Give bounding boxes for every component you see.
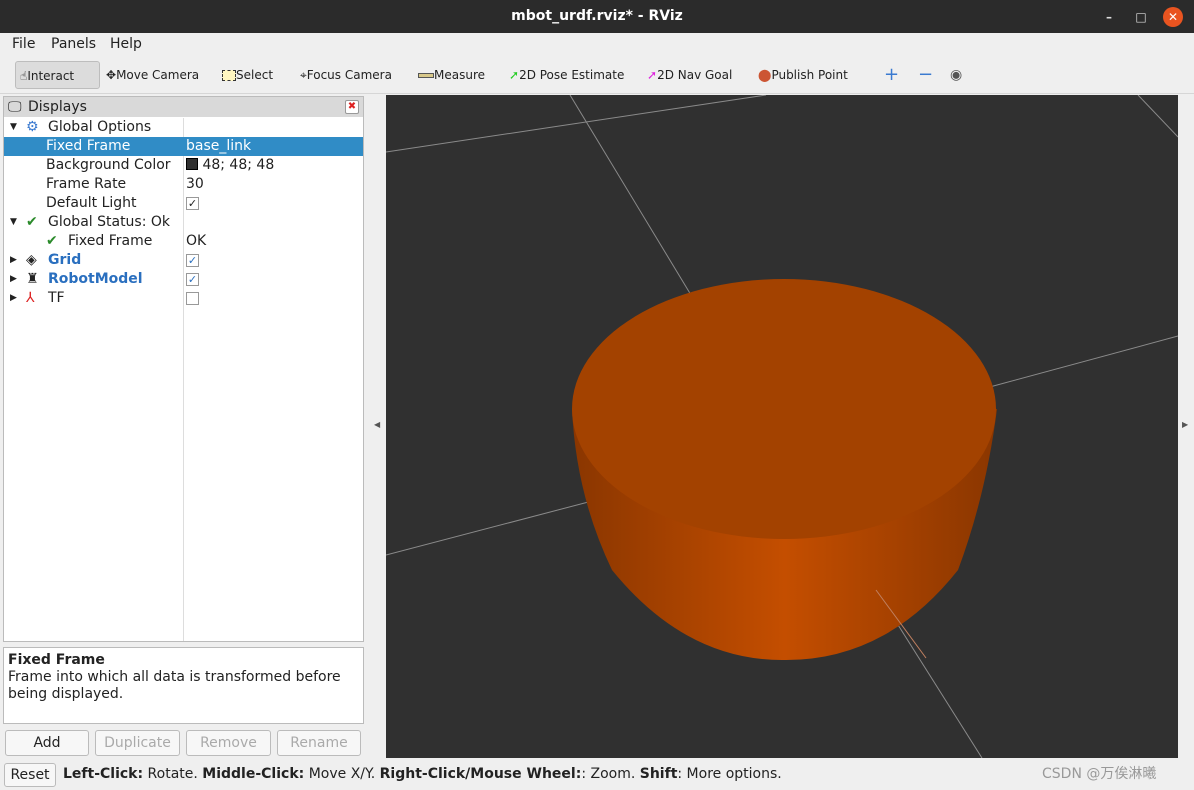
menu-panels[interactable]: Panels [51,36,96,52]
value[interactable]: base_link [186,137,251,156]
toolbar: ☝Interact ✥Move Camera Select ⌖Focus Cam… [0,56,1194,94]
grid-line [385,94,767,153]
cylinder-top [572,279,996,539]
label: Global Status: Ok [48,214,171,230]
magenta-arrow-icon: ➚ [647,68,658,82]
label: 2D Pose Estimate [519,68,625,82]
tree-row-grid[interactable]: ▶ ◈ Grid ✓ [4,251,363,270]
axes-icon: ⅄ [26,290,35,306]
label: Publish Point [771,68,848,82]
focus-icon: ⌖ [300,68,307,82]
3d-viewport[interactable] [385,94,1179,759]
label: TF [48,290,65,306]
menu-file[interactable]: File [12,36,35,52]
value[interactable]: 30 [186,175,204,194]
tree-row-background-color[interactable]: Background Color 48; 48; 48 [4,156,363,175]
remove-tool-icon[interactable]: − [914,61,933,89]
grid-line [985,335,1179,389]
label: Fixed Frame [46,138,131,154]
collapse-left-handle[interactable]: ◀ [374,420,380,429]
window-title: mbot_urdf.rviz* - RViz [511,8,683,24]
reset-button[interactable]: Reset [4,763,56,787]
displays-header: 🖵 Displays ✖ [4,97,363,117]
menu-help[interactable]: Help [110,36,142,52]
ruler-icon [418,73,434,78]
tree-row-tf[interactable]: ▶ ⅄ TF [4,289,363,308]
grid-line [385,499,597,556]
grid-line [1137,94,1179,138]
status-hint: Left-Click: Rotate. Middle-Click: Move X… [63,766,782,782]
checkbox[interactable]: ✓ [186,273,199,286]
tree-row-frame-rate[interactable]: Frame Rate 30 [4,175,363,194]
focus-camera-tool[interactable]: ⌖Focus Camera [296,61,392,89]
minimize-button[interactable]: – [1099,7,1119,27]
label: Focus Camera [306,68,392,82]
nav-goal-tool[interactable]: ➚2D Nav Goal [643,61,732,89]
label: Background Color [46,157,171,173]
value[interactable]: 48; 48; 48 [202,157,274,173]
tree-row-default-light[interactable]: Default Light ✓ [4,194,363,213]
grid-icon: ◈ [26,252,37,268]
maximize-button[interactable]: □ [1131,7,1151,27]
move-icon: ✥ [106,68,117,82]
tree-row-global-status[interactable]: ▼ ✔ Global Status: Ok [4,213,363,232]
remove-button[interactable]: Remove [186,730,271,756]
tree-row-fixed-frame[interactable]: Fixed Frame base_link [4,137,363,156]
publish-point-tool[interactable]: ⬤Publish Point [754,61,848,89]
status-bar: Reset Left-Click: Rotate. Middle-Click: … [0,762,1194,788]
label: Grid [48,252,82,268]
close-panel-icon[interactable]: ✖ [345,100,359,114]
description-text: Frame into which all data is transformed… [8,669,341,702]
eye-icon[interactable]: ◉ [946,61,962,89]
label: 2D Nav Goal [657,68,733,82]
tree-row-status-fixed-frame[interactable]: ✔ Fixed Frame OK [4,232,363,251]
map-pin-icon: ⬤ [758,68,772,82]
panel-title: Displays [28,99,87,115]
grid-line [569,94,692,296]
label: Select [236,68,274,82]
checkbox[interactable]: ✓ [186,197,199,210]
select-icon [222,70,236,81]
monitor-icon: 🖵 [8,99,22,115]
label: Global Options [48,119,152,135]
green-arrow-icon: ➚ [509,68,520,82]
label: Fixed Frame [68,233,153,249]
label: Interact [27,69,75,83]
value: OK [186,233,207,249]
checkbox[interactable] [186,292,199,305]
measure-tool[interactable]: Measure [414,61,485,89]
menu-bar: File Panels Help [0,33,1194,55]
color-swatch[interactable] [186,158,198,170]
checkbox[interactable]: ✓ [186,254,199,267]
select-tool[interactable]: Select [218,61,273,89]
scene[interactable] [385,94,1179,759]
rename-button[interactable]: Rename [277,730,361,756]
tree-row-robotmodel[interactable]: ▶ ♜ RobotModel ✓ [4,270,363,289]
tree-row-global-options[interactable]: ▼ ⚙ Global Options [4,118,363,137]
duplicate-button[interactable]: Duplicate [95,730,180,756]
collapse-right-handle[interactable]: ▶ [1182,420,1188,429]
title-bar: mbot_urdf.rviz* - RViz – □ ✕ [0,0,1194,33]
close-button[interactable]: ✕ [1163,7,1183,27]
label: RobotModel [48,271,143,287]
label: Frame Rate [46,176,127,192]
description-panel: Fixed Frame Frame into which all data is … [3,647,364,724]
displays-panel: 🖵 Displays ✖ ▼ ⚙ Global Options Fixed Frame… [3,96,364,642]
label: Move Camera [116,68,200,82]
watermark: CSDN @万俟淋曦 [1042,766,1157,782]
pose-estimate-tool[interactable]: ➚2D Pose Estimate [505,61,624,89]
label: Default Light [46,195,137,211]
check-icon: ✔ [26,214,38,230]
description-title: Fixed Frame [8,652,105,668]
add-tool-icon[interactable]: + [880,61,899,89]
robot-icon: ♜ [26,271,39,287]
move-camera-tool[interactable]: ✥Move Camera [102,61,199,89]
label: Measure [434,68,485,82]
check-icon: ✔ [46,233,58,249]
gear-icon: ⚙ [26,119,39,135]
add-button[interactable]: Add [5,730,89,756]
interact-tool[interactable]: ☝Interact [15,61,100,89]
